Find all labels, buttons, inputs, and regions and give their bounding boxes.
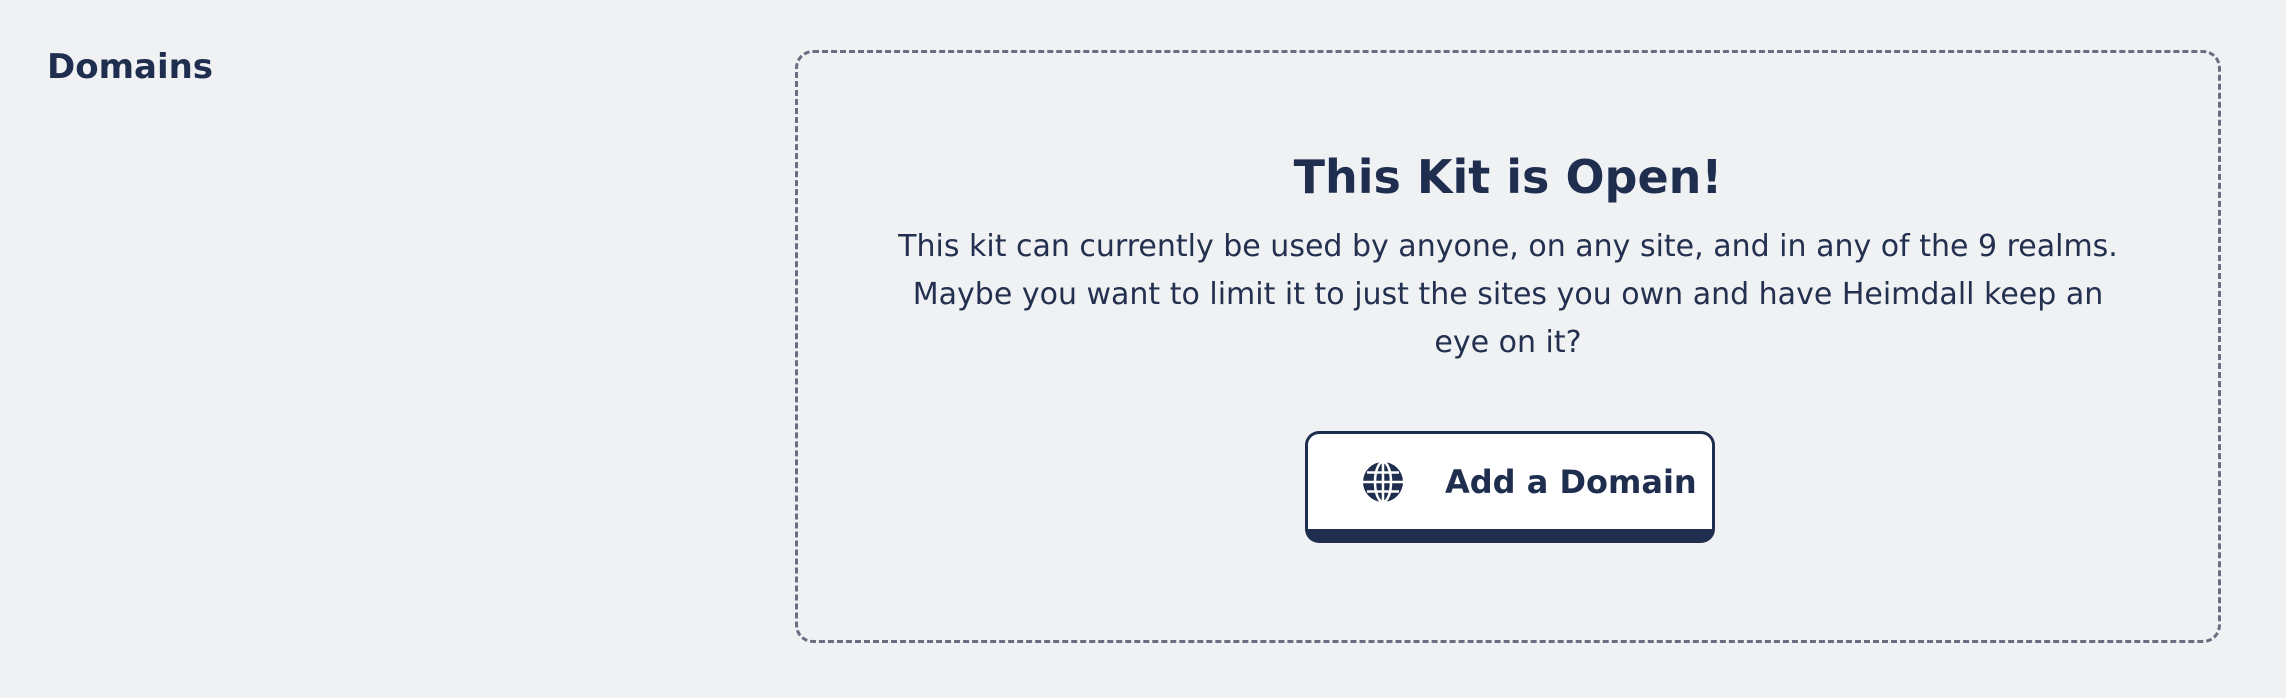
empty-state-heading: This Kit is Open! <box>1293 150 1723 204</box>
empty-state-description: This kit can currently be used by anyone… <box>898 229 2118 360</box>
add-domain-button-label: Add a Domain <box>1445 462 1697 501</box>
globe-icon <box>1363 460 1403 503</box>
section-title-domains: Domains <box>47 47 214 87</box>
add-domain-button[interactable]: Add a Domain <box>1305 431 1715 543</box>
empty-state-content: This Kit is Open! This kit can currently… <box>798 53 2218 640</box>
domains-empty-state-card: This Kit is Open! This kit can currently… <box>795 50 2221 643</box>
